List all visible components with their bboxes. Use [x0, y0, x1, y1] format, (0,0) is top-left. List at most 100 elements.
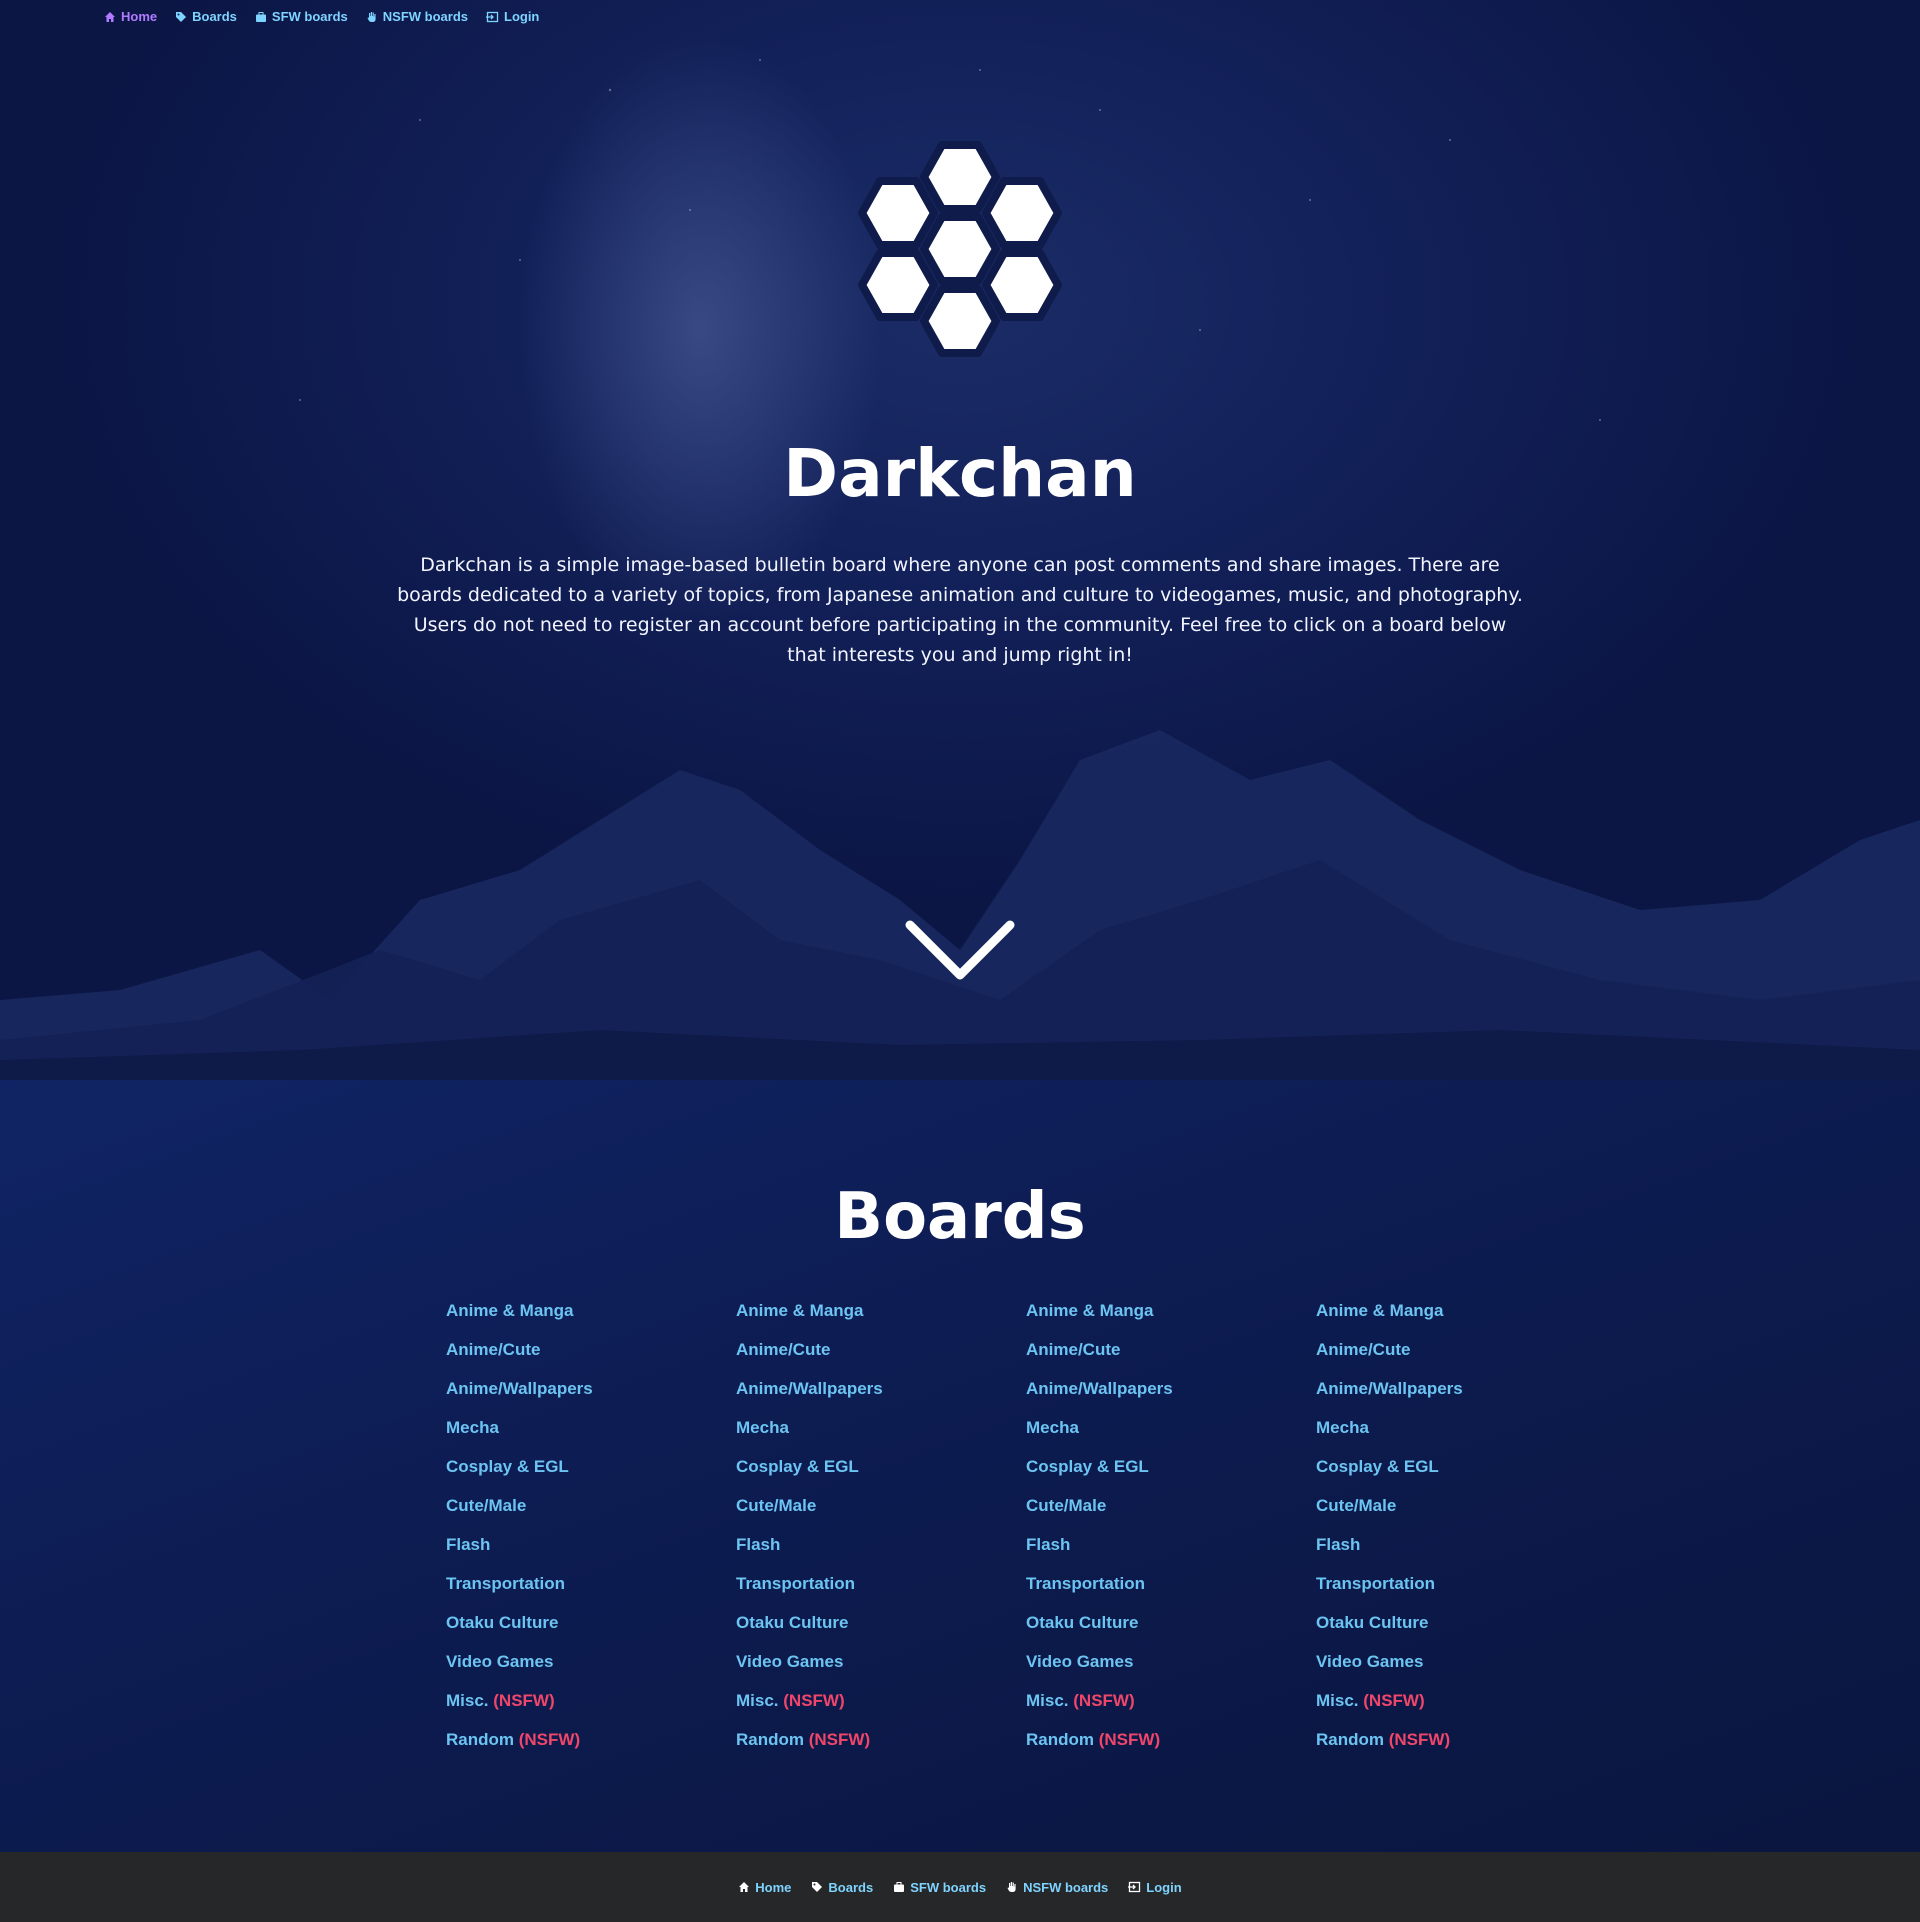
- boards-heading: Boards: [834, 1180, 1086, 1254]
- board-link[interactable]: Cosplay & EGL: [446, 1456, 736, 1495]
- home-icon: [104, 11, 116, 23]
- board-link[interactable]: Cute/Male: [736, 1495, 1026, 1534]
- board-link[interactable]: Anime/Cute: [1026, 1339, 1316, 1378]
- board-link[interactable]: Otaku Culture: [1316, 1612, 1606, 1651]
- board-name: Misc.: [1026, 1691, 1069, 1710]
- board-link[interactable]: Misc. (NSFW): [736, 1690, 1026, 1729]
- board-name: Cute/Male: [1026, 1496, 1107, 1515]
- board-link[interactable]: Transportation: [1316, 1573, 1606, 1612]
- footer-sfw-boards-link[interactable]: SFW boards: [893, 1880, 986, 1895]
- nav-sfw-boards-link[interactable]: SFW boards: [255, 9, 348, 24]
- board-link[interactable]: Anime/Cute: [1316, 1339, 1606, 1378]
- nsfw-tag: (NSFW): [783, 1691, 845, 1710]
- board-name: Anime/Cute: [736, 1340, 831, 1359]
- board-link[interactable]: Anime & Manga: [1316, 1300, 1606, 1339]
- board-link[interactable]: Otaku Culture: [446, 1612, 736, 1651]
- board-link[interactable]: Video Games: [1316, 1651, 1606, 1690]
- board-column: Anime & Manga Anime/Cute Anime/Wallpapers M…: [446, 1300, 736, 1768]
- nsfw-tag: (NSFW): [808, 1730, 871, 1749]
- footer-sfw-boards-label: SFW boards: [910, 1879, 987, 1895]
- board-name: Transportation: [446, 1574, 566, 1593]
- board-link[interactable]: Otaku Culture: [736, 1612, 1026, 1651]
- nav-login-link[interactable]: Login: [486, 9, 539, 24]
- board-link[interactable]: Mecha: [1026, 1417, 1316, 1456]
- board-link[interactable]: Cosplay & EGL: [1316, 1456, 1606, 1495]
- board-link[interactable]: Misc. (NSFW): [1316, 1690, 1606, 1729]
- scroll-down-chevron-icon[interactable]: [905, 920, 1015, 985]
- board-name: Video Games: [1316, 1652, 1424, 1671]
- tag-icon: [811, 1881, 823, 1893]
- board-link[interactable]: Anime & Manga: [736, 1300, 1026, 1339]
- login-icon: [1128, 1881, 1141, 1893]
- board-link[interactable]: Flash: [736, 1534, 1026, 1573]
- board-name: Anime/Cute: [446, 1340, 541, 1359]
- board-link[interactable]: Transportation: [1026, 1573, 1316, 1612]
- board-link[interactable]: Mecha: [446, 1417, 736, 1456]
- board-name: Flash: [1316, 1535, 1361, 1554]
- nsfw-tag: (NSFW): [1363, 1691, 1425, 1710]
- board-link[interactable]: Cute/Male: [1026, 1495, 1316, 1534]
- board-link[interactable]: Anime/Wallpapers: [446, 1378, 736, 1417]
- footer-login-link[interactable]: Login: [1128, 1879, 1182, 1895]
- nav-nsfw-boards-link[interactable]: NSFW boards: [366, 9, 468, 24]
- footer-login-label: Login: [1146, 1879, 1182, 1895]
- board-link[interactable]: Random (NSFW): [1316, 1729, 1606, 1768]
- board-link[interactable]: Video Games: [1026, 1651, 1316, 1690]
- tag-icon: [175, 11, 187, 23]
- board-link[interactable]: Random (NSFW): [736, 1729, 1026, 1768]
- board-link[interactable]: Anime/Cute: [736, 1339, 1026, 1378]
- board-link[interactable]: Flash: [446, 1534, 736, 1573]
- board-link[interactable]: Transportation: [446, 1573, 736, 1612]
- nsfw-tag: (NSFW): [1388, 1730, 1451, 1749]
- nav-home-link[interactable]: Home: [104, 9, 157, 24]
- hand-icon: [1006, 1881, 1018, 1893]
- nav-boards-link[interactable]: Boards: [175, 9, 237, 24]
- board-link[interactable]: Anime/Wallpapers: [1026, 1378, 1316, 1417]
- board-link[interactable]: Random (NSFW): [446, 1729, 736, 1768]
- site-title: Darkchan: [783, 435, 1137, 512]
- board-link[interactable]: Cosplay & EGL: [736, 1456, 1026, 1495]
- nsfw-tag: (NSFW): [518, 1730, 581, 1749]
- board-link[interactable]: Anime/Wallpapers: [1316, 1378, 1606, 1417]
- board-link[interactable]: Mecha: [736, 1417, 1026, 1456]
- footer-boards-link[interactable]: Boards: [811, 1880, 873, 1895]
- login-icon: [486, 11, 499, 23]
- board-link[interactable]: Mecha: [1316, 1417, 1606, 1456]
- board-link[interactable]: Cute/Male: [1316, 1495, 1606, 1534]
- board-name: Flash: [1026, 1535, 1071, 1554]
- board-link[interactable]: Anime & Manga: [1026, 1300, 1316, 1339]
- board-link[interactable]: Anime/Wallpapers: [736, 1378, 1026, 1417]
- board-name: Cosplay & EGL: [1026, 1457, 1149, 1476]
- board-link[interactable]: Flash: [1026, 1534, 1316, 1573]
- board-link[interactable]: Video Games: [446, 1651, 736, 1690]
- board-link[interactable]: Misc. (NSFW): [1026, 1690, 1316, 1729]
- nsfw-tag: (NSFW): [1073, 1691, 1135, 1710]
- board-link[interactable]: Misc. (NSFW): [446, 1690, 736, 1729]
- board-link[interactable]: Video Games: [736, 1651, 1026, 1690]
- hero-section: Home Boards SFW boards NSFW boards Login: [0, 0, 1920, 1080]
- board-link[interactable]: Cosplay & EGL: [1026, 1456, 1316, 1495]
- board-link[interactable]: Anime/Cute: [446, 1339, 736, 1378]
- board-link[interactable]: Anime & Manga: [446, 1300, 736, 1339]
- board-column: Anime & Manga Anime/Cute Anime/Wallpapers M…: [736, 1300, 1026, 1768]
- nav-home-label: Home: [121, 9, 158, 24]
- board-link[interactable]: Random (NSFW): [1026, 1729, 1316, 1768]
- snowy-rocks-background: [0, 730, 1920, 1080]
- top-nav: Home Boards SFW boards NSFW boards Login: [104, 9, 539, 24]
- board-link[interactable]: Cute/Male: [446, 1495, 736, 1534]
- home-icon: [738, 1881, 750, 1893]
- briefcase-icon: [893, 1881, 905, 1893]
- footer-nsfw-boards-link[interactable]: NSFW boards: [1006, 1880, 1108, 1895]
- board-name: Anime/Wallpapers: [1316, 1379, 1463, 1398]
- board-name: Mecha: [446, 1418, 499, 1437]
- board-name: Mecha: [1026, 1418, 1079, 1437]
- board-columns: Anime & Manga Anime/Cute Anime/Wallpapers M…: [446, 1300, 1606, 1768]
- board-link[interactable]: Transportation: [736, 1573, 1026, 1612]
- board-name: Video Games: [446, 1652, 554, 1671]
- nav-boards-label: Boards: [192, 9, 237, 24]
- hexagon-logo: [858, 141, 1062, 357]
- board-link[interactable]: Otaku Culture: [1026, 1612, 1316, 1651]
- board-link[interactable]: Flash: [1316, 1534, 1606, 1573]
- footer-home-link[interactable]: Home: [738, 1880, 791, 1895]
- board-name: Anime/Cute: [1316, 1340, 1411, 1359]
